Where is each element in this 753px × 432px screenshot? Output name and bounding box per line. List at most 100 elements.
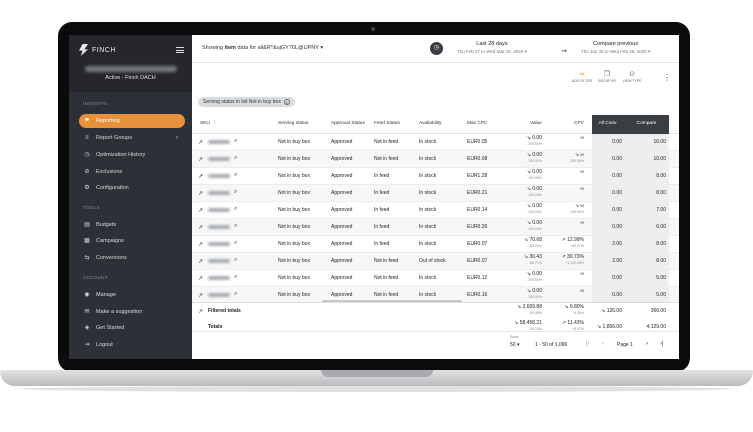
sidebar-item-make-a-suggestion[interactable]: ✉ Make a suggestion [79,305,185,319]
cell-max-cpc: EUR0.12 [467,275,488,281]
sidebar-item-campaigns[interactable]: ▦ Campaigns [79,234,185,248]
search-icon[interactable]: ⌕ [234,172,237,179]
cell-feed-status: In feed [374,207,390,213]
suggestion-icon: ✉ [84,309,90,315]
account-name[interactable]: Active - Finch DACH [69,75,192,81]
trend-icon[interactable]: ↗ [198,190,203,197]
cell-serving-status: Not in buy box [278,241,310,247]
cell-availability: In stock [419,173,437,179]
last-page-button[interactable]: ›| [660,341,664,347]
col-value[interactable]: Value [530,121,542,126]
add-filter-label: ADD FILTER [571,79,593,83]
calendar-icon[interactable]: ◷ [430,42,443,55]
first-page-button[interactable]: |‹ [586,341,590,347]
table-row[interactable]: ↗ ⌕ Not in buy box Approved In feed In stock E… [192,219,679,236]
sidebar-item-optimization-history[interactable]: ◷ Optimization History [79,148,185,162]
search-icon[interactable]: ⌕ [234,291,237,298]
date-range-picker[interactable]: Last 28 days Thu Feb 27 to Wed Mar 25, 2… [457,41,527,55]
section-tools: TOOLS [83,205,101,210]
trend-icon[interactable]: ↗ [198,258,203,265]
cell-availability: In stock [419,224,437,230]
view-type-label: VIEW TYPE [622,79,642,83]
sidebar-item-reporting[interactable]: ⚑ Reporting [79,114,185,128]
trend-icon[interactable]: ↗ [198,275,203,282]
trend-icon[interactable]: ↗ [198,156,203,163]
cell-availability: In stock [419,207,437,213]
cell-serving-status: Not in buy box [278,207,310,213]
table-row[interactable]: ↗ ⌕ Not in buy box Approved Not in feed In st… [192,270,679,287]
sidebar-item-budgets[interactable]: ▤ Budgets [79,218,185,232]
search-icon[interactable]: ⌕ [234,189,237,196]
table-row[interactable]: ↗ ⌕ Not in buy box Approved Not in feed In st… [192,151,679,168]
more-options-icon[interactable]: ⋮ [663,73,671,82]
search-icon[interactable]: ⌕ [234,240,237,247]
sidebar-item-get-started[interactable]: ◈ Get Started [79,321,185,335]
sidebar-item-conversions[interactable]: ⇆ Conversions [79,251,185,265]
trend-icon[interactable]: ↗ [198,139,203,146]
brand[interactable]: FINCH [79,43,116,57]
compare-icon[interactable]: ⇝ [561,47,567,55]
sidebar-item-configuration[interactable]: ⚙ Configuration [79,181,185,195]
date-range-title: Last 28 days [476,41,508,47]
search-icon[interactable]: ⌕ [234,138,237,145]
view-type-button[interactable]: ⊙ VIEW TYPE [621,71,643,83]
col-sku[interactable]: SKU ⋮ [200,121,217,126]
pagination-bar: Rows 50 ▾ 1 - 50 of 1,096 |‹ ‹ Page 1 › … [192,331,679,359]
col-compare[interactable]: Compare [624,115,669,134]
sidebar-item-manage[interactable]: ◉ Manage [79,288,185,302]
rows-per-page-select[interactable]: 50 ▾ [510,342,519,348]
group-by-button[interactable]: ❐ GROUP BY [596,71,618,83]
search-icon[interactable]: ⌕ [234,223,237,230]
table-row[interactable]: ↗ ⌕ Not in buy box Approved Not in feed In st… [192,134,679,151]
search-icon[interactable]: ⌕ [234,155,237,162]
top-bar: Showing item data for ali&R*&ujGY76L@UPN… [192,35,679,63]
col-approval-status[interactable]: Approval Status [331,121,365,126]
table-row[interactable]: ↗ ⌕ Not in buy box Approved In feed In stock E… [192,168,679,185]
sidebar-item-label: Logout [96,342,113,348]
trend-icon[interactable]: ↗ [198,207,203,214]
sidebar-item-label: Exclusions [96,169,123,175]
trend-icon[interactable]: ↗ [198,224,203,231]
filtered-totals-label: Filtered totals [208,308,241,314]
cell-serving-status: Not in buy box [278,275,310,281]
table-row[interactable]: ↗ ⌕ Not in buy box Approved In feed In stock E… [192,202,679,219]
filter-chip[interactable]: Serving status in list Not in buy box × [198,97,295,107]
totals-label: Totals [208,324,223,330]
col-feed-status[interactable]: Feed Status [374,121,400,126]
trend-icon[interactable]: ↗ [198,241,203,248]
col-serving-status[interactable]: Serving status [278,121,308,126]
cell-feed-status: In feed [374,224,390,230]
table-row[interactable]: ↗ ⌕ Not in buy box Approved In feed In stock E… [192,236,679,253]
sidebar-item-label: Report Groups [96,135,133,141]
col-availability[interactable]: Availability [419,121,442,126]
col-max-cpc[interactable]: Max CPC [467,121,488,126]
cell-max-cpc: EUR0.07 [467,241,488,247]
sidebar-item-logout[interactable]: ⇥ Logout [79,338,185,352]
sidebar-item-label: Get Started [96,325,125,331]
table-row[interactable]: ↗ ⌕ Not in buy box Approved Not in feed Out o… [192,253,679,270]
group-by-icon: ❐ [603,71,611,78]
cell-cpv: ∞ [580,135,584,141]
search-icon[interactable]: ⌕ [234,257,237,264]
cell-value: ↘ 0.00 -100.00% [526,186,542,197]
rows-per-page-label: Rows [510,335,519,339]
table-row[interactable]: ↗ ⌕ Not in buy box Approved In feed In stock E… [192,185,679,202]
col-all-conv[interactable]: All Conv. [592,115,624,134]
next-page-button[interactable]: › [646,341,648,347]
trend-icon[interactable]: ↗ [198,292,203,299]
cell-cpv: ↗ 30.73% +1,120.80% [561,254,584,265]
sidebar-item-report-groups[interactable]: ≡ Report Groups › [79,131,185,145]
showing-data-selector[interactable]: Showing item data for ali&R*&ujGY76L@UPN… [202,45,323,51]
col-cpv[interactable]: CPV [574,121,584,126]
cell-compare: 5.00 [656,275,666,281]
cell-all-conv: 0.00 [612,224,622,230]
search-icon[interactable]: ⌕ [234,206,237,213]
prev-page-button[interactable]: ‹ [602,341,604,347]
close-icon[interactable]: × [283,99,290,105]
trend-icon[interactable]: ↗ [198,173,203,180]
sidebar-item-exclusions[interactable]: ⊘ Exclusions [79,165,185,179]
hamburger-menu-icon[interactable] [176,47,184,53]
add-filter-button[interactable]: ≂ ADD FILTER [571,71,593,83]
search-icon[interactable]: ⌕ [234,274,237,281]
compare-range-picker[interactable]: Compare previous Thu Jan 30 to Wed Feb 2… [581,41,650,55]
